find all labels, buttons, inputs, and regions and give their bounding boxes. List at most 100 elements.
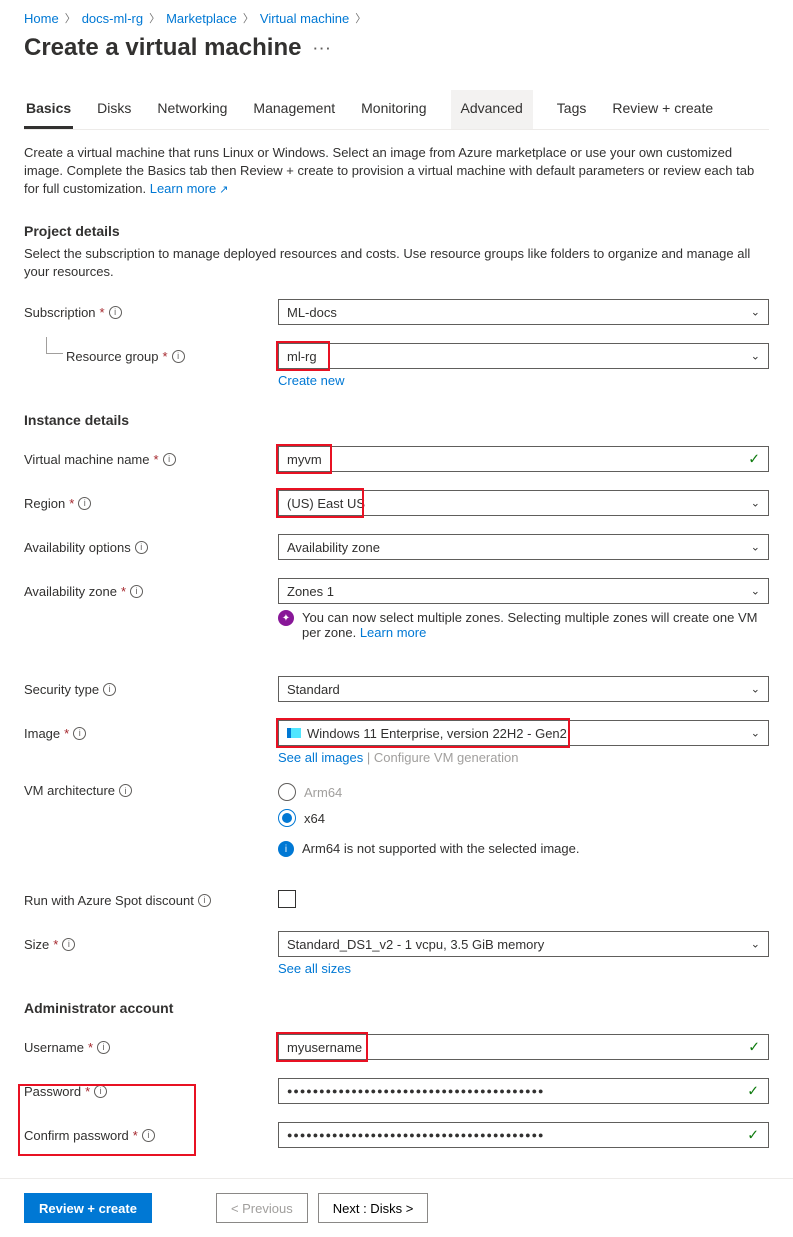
chevron-down-icon: ⌄ [751, 727, 760, 740]
info-icon[interactable]: i [130, 585, 143, 598]
chevron-down-icon: ⌄ [751, 585, 760, 598]
username-input[interactable]: myusername✓ [278, 1034, 769, 1060]
info-icon[interactable]: i [198, 894, 211, 907]
crumb-marketplace[interactable]: Marketplace [166, 11, 237, 26]
info-icon[interactable]: i [103, 683, 116, 696]
arch-x64-radio[interactable]: x64 [278, 809, 769, 827]
availability-zone-label: Availability zone [24, 584, 117, 599]
configure-vm-gen: Configure VM generation [374, 750, 519, 765]
info-icon: i [278, 841, 294, 857]
tab-management[interactable]: Management [251, 90, 337, 129]
image-label: Image [24, 726, 60, 741]
tab-review[interactable]: Review + create [610, 90, 715, 129]
chevron-down-icon: ⌄ [751, 938, 760, 951]
info-icon[interactable]: i [109, 306, 122, 319]
vm-architecture-label: VM architecture [24, 783, 115, 798]
password-label: Password [24, 1084, 81, 1099]
chevron-right-icon: 〉 [65, 10, 76, 26]
tabs: Basics Disks Networking Management Monit… [24, 90, 769, 130]
required-icon: * [121, 584, 126, 599]
next-button[interactable]: Next : Disks > [318, 1193, 429, 1223]
required-icon: * [133, 1128, 138, 1143]
required-icon: * [100, 305, 105, 320]
chevron-right-icon: 〉 [243, 10, 254, 26]
see-all-images-link[interactable]: See all images [278, 750, 363, 765]
check-icon: ✓ [747, 1083, 760, 1100]
chevron-down-icon: ⌄ [751, 497, 760, 510]
subscription-select[interactable]: ML-docs⌄ [278, 299, 769, 325]
project-details-desc: Select the subscription to manage deploy… [24, 245, 769, 281]
resource-group-label: Resource group [66, 349, 159, 364]
security-type-label: Security type [24, 682, 99, 697]
arm-hint: Arm64 is not supported with the selected… [302, 841, 579, 856]
password-input[interactable]: ●●●●●●●●●●●●●●●●●●●●●●●●●●●●●●●●●●●●●●●●… [278, 1078, 769, 1104]
confirm-password-input[interactable]: ●●●●●●●●●●●●●●●●●●●●●●●●●●●●●●●●●●●●●●●●… [278, 1122, 769, 1148]
admin-account-heading: Administrator account [24, 1000, 769, 1016]
chevron-down-icon: ⌄ [751, 683, 760, 696]
image-select[interactable]: Windows 11 Enterprise, version 22H2 - Ge… [278, 720, 769, 746]
vm-name-input[interactable]: myvm✓ [278, 446, 769, 472]
project-details-heading: Project details [24, 223, 769, 239]
info-icon[interactable]: i [73, 727, 86, 740]
breadcrumb: Home 〉 docs-ml-rg 〉 Marketplace 〉 Virtual m… [24, 10, 769, 26]
intro-text: Create a virtual machine that runs Linux… [24, 144, 769, 199]
availability-options-label: Availability options [24, 540, 131, 555]
security-type-select[interactable]: Standard⌄ [278, 676, 769, 702]
resource-group-select[interactable]: ml-rg⌄ [278, 343, 769, 369]
rocket-icon: ✦ [278, 610, 294, 626]
create-new-link[interactable]: Create new [278, 373, 344, 388]
chevron-down-icon: ⌄ [751, 306, 760, 319]
info-icon[interactable]: i [163, 453, 176, 466]
see-all-sizes-link[interactable]: See all sizes [278, 961, 351, 976]
footer: Review + create < Previous Next : Disks … [0, 1178, 793, 1237]
arch-arm64-radio[interactable]: Arm64 [278, 783, 769, 801]
check-icon: ✓ [748, 451, 760, 468]
learn-more-link[interactable]: Learn more [150, 181, 229, 196]
tab-disks[interactable]: Disks [95, 90, 133, 129]
tab-monitoring[interactable]: Monitoring [359, 90, 428, 129]
region-select[interactable]: (US) East US⌄ [278, 490, 769, 516]
subscription-label: Subscription [24, 305, 96, 320]
review-create-button[interactable]: Review + create [24, 1193, 152, 1223]
required-icon: * [64, 726, 69, 741]
spot-discount-checkbox[interactable] [278, 890, 296, 908]
info-icon[interactable]: i [94, 1085, 107, 1098]
instance-details-heading: Instance details [24, 412, 769, 428]
crumb-home[interactable]: Home [24, 11, 59, 26]
info-icon[interactable]: i [78, 497, 91, 510]
tab-networking[interactable]: Networking [155, 90, 229, 129]
crumb-vm[interactable]: Virtual machine [260, 11, 349, 26]
learn-more-zones-link[interactable]: Learn more [360, 625, 426, 640]
chevron-down-icon: ⌄ [751, 350, 760, 363]
required-icon: * [85, 1084, 90, 1099]
tab-basics[interactable]: Basics [24, 90, 73, 129]
info-icon[interactable]: i [62, 938, 75, 951]
size-select[interactable]: Standard_DS1_v2 - 1 vcpu, 3.5 GiB memory… [278, 931, 769, 957]
info-icon[interactable]: i [119, 784, 132, 797]
availability-options-select[interactable]: Availability zone⌄ [278, 534, 769, 560]
radio-icon [278, 783, 296, 801]
tab-tags[interactable]: Tags [555, 90, 589, 129]
more-actions-button[interactable]: ··· [313, 41, 332, 56]
crumb-rg[interactable]: docs-ml-rg [82, 11, 143, 26]
confirm-password-label: Confirm password [24, 1128, 129, 1143]
info-icon[interactable]: i [97, 1041, 110, 1054]
zone-hint: You can now select multiple zones. Selec… [302, 610, 769, 640]
info-icon[interactable]: i [172, 350, 185, 363]
tab-advanced[interactable]: Advanced [451, 90, 533, 129]
chevron-down-icon: ⌄ [751, 541, 760, 554]
vm-name-label: Virtual machine name [24, 452, 150, 467]
size-label: Size [24, 937, 49, 952]
page-title: Create a virtual machine ··· [24, 34, 769, 62]
required-icon: * [88, 1040, 93, 1055]
info-icon[interactable]: i [142, 1129, 155, 1142]
info-icon[interactable]: i [135, 541, 148, 554]
chevron-right-icon: 〉 [149, 10, 160, 26]
availability-zone-select[interactable]: Zones 1⌄ [278, 578, 769, 604]
required-icon: * [53, 937, 58, 952]
windows-icon [287, 728, 301, 738]
spot-discount-label: Run with Azure Spot discount [24, 893, 194, 908]
previous-button[interactable]: < Previous [216, 1193, 308, 1223]
required-icon: * [154, 452, 159, 467]
username-label: Username [24, 1040, 84, 1055]
